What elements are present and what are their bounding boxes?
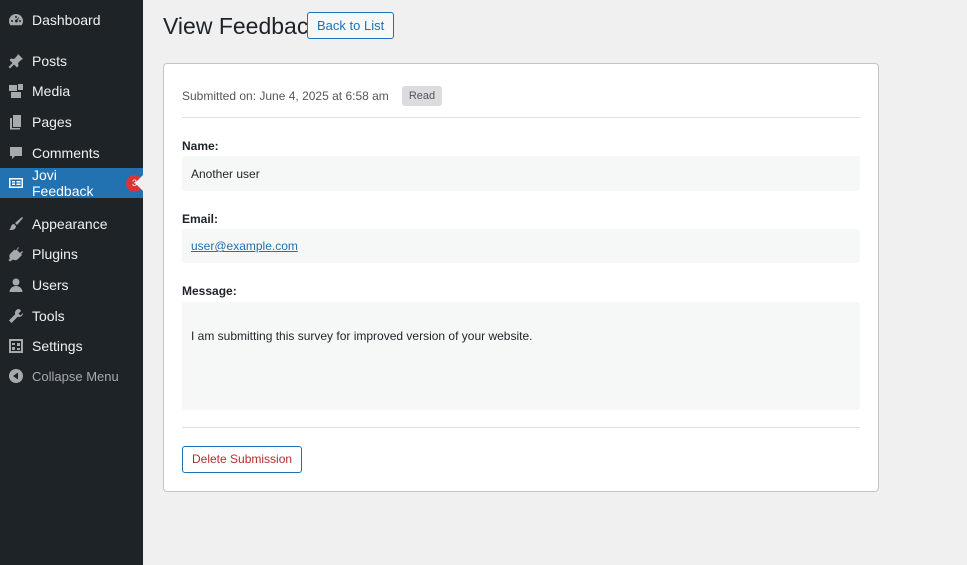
pin-icon <box>8 53 24 69</box>
name-text: Another user <box>191 166 260 181</box>
sidebar-item-appearance[interactable]: Appearance <box>0 209 143 239</box>
sidebar-item-label: Plugins <box>32 246 78 262</box>
pages-icon <box>8 114 24 130</box>
sidebar-item-label: Appearance <box>32 216 108 232</box>
submission-card: Submitted on: June 4, 2025 at 6:58 am Re… <box>163 63 879 492</box>
notification-badge: 3 <box>126 174 143 192</box>
user-icon <box>8 277 24 293</box>
plugin-icon <box>8 246 24 262</box>
sidebar-item-settings[interactable]: Settings <box>0 331 143 361</box>
comment-icon <box>8 145 24 161</box>
sidebar-item-label: Media <box>32 83 71 99</box>
collapse-menu-button[interactable]: Collapse Menu <box>0 361 143 391</box>
message-value: I am submitting this survey for improved… <box>182 302 860 410</box>
collapse-arrow-icon <box>8 368 24 384</box>
sidebar-item-media[interactable]: Media <box>0 76 143 106</box>
sidebar-item-label: Comments <box>32 145 100 161</box>
wrench-icon <box>8 308 24 324</box>
settings-icon <box>8 338 24 354</box>
divider <box>182 117 860 118</box>
sidebar-item-users[interactable]: Users <box>0 270 143 300</box>
feedback-form-icon <box>8 175 24 191</box>
page-title: View Feedback <box>163 13 320 39</box>
sidebar-item-dashboard[interactable]: Dashboard <box>0 5 143 35</box>
status-badge: Read <box>401 86 443 106</box>
back-to-list-button[interactable]: Back to List <box>307 12 395 39</box>
sidebar-item-comments[interactable]: Comments <box>0 138 143 168</box>
sidebar-item-label: Tools <box>32 308 65 324</box>
message-text: I am submitting this survey for improved… <box>191 329 533 343</box>
sidebar-item-label: Collapse Menu <box>32 368 119 384</box>
message-label: Message: <box>182 284 237 298</box>
sidebar-item-label: Posts <box>32 53 68 69</box>
divider <box>182 427 860 428</box>
paintbrush-icon <box>8 216 24 232</box>
sidebar-item-label: Pages <box>32 114 72 130</box>
dashboard-icon <box>8 12 24 28</box>
sidebar-item-label: Settings <box>32 338 83 354</box>
name-label: Name: <box>182 139 219 153</box>
media-icon <box>8 83 24 99</box>
admin-sidebar: Dashboard Posts Media Pages Comments Jov… <box>0 0 143 565</box>
email-link[interactable]: user@example.com <box>191 239 298 253</box>
sidebar-item-label: Jovi Feedback <box>32 167 94 199</box>
sidebar-item-tools[interactable]: Tools <box>0 301 143 331</box>
sidebar-item-posts[interactable]: Posts <box>0 46 143 76</box>
email-value: user@example.com <box>182 229 860 263</box>
sidebar-item-pages[interactable]: Pages <box>0 107 143 137</box>
sidebar-item-label: Users <box>32 277 69 293</box>
email-label: Email: <box>182 212 219 226</box>
sidebar-item-plugins[interactable]: Plugins <box>0 239 143 269</box>
submitted-date: Submitted on: June 4, 2025 at 6:58 am <box>182 89 389 103</box>
sidebar-item-jovi-feedback[interactable]: Jovi Feedback 3 <box>0 167 143 199</box>
submission-meta: Submitted on: June 4, 2025 at 6:58 am Re… <box>182 86 443 106</box>
sidebar-item-label: Dashboard <box>32 12 101 28</box>
name-value: Another user <box>182 156 860 191</box>
delete-submission-button[interactable]: Delete Submission <box>182 446 303 473</box>
